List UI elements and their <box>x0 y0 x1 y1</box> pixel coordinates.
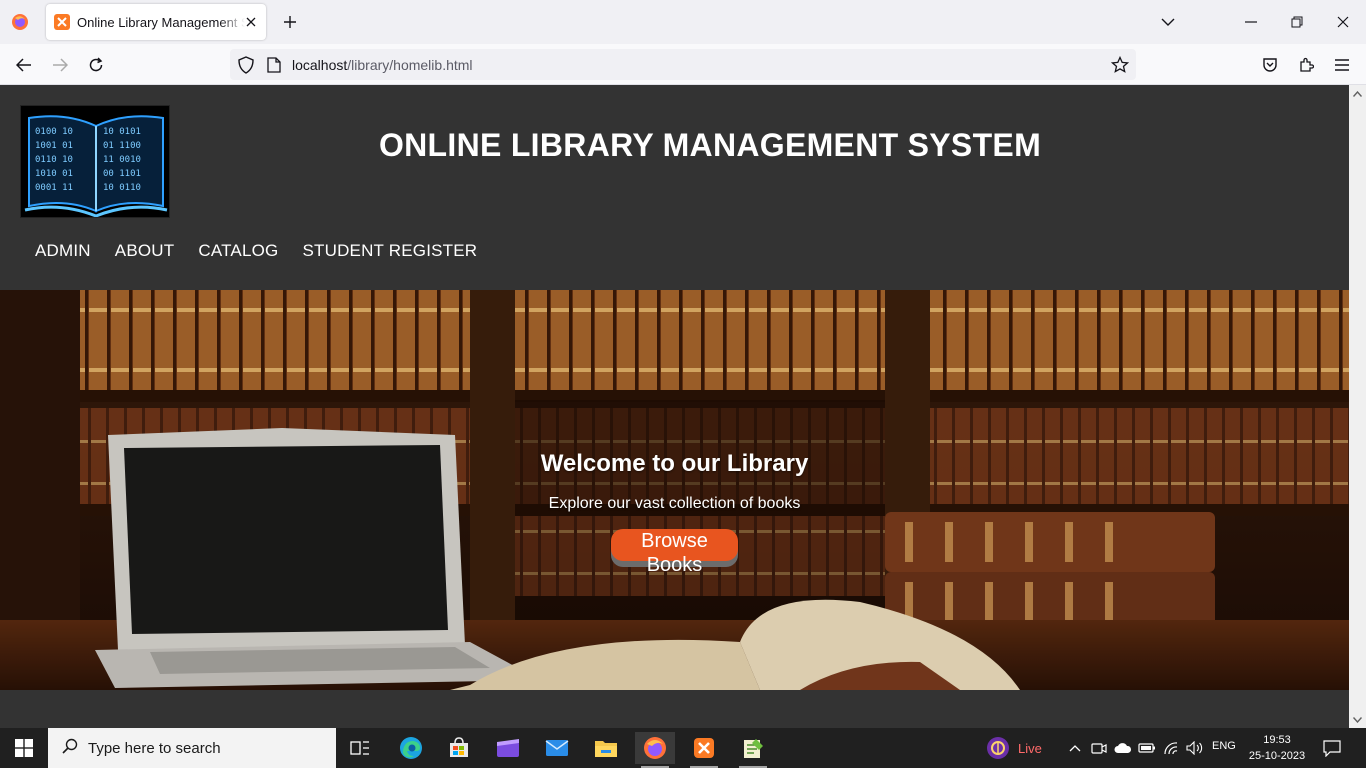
close-window-icon[interactable] <box>1328 8 1358 36</box>
meet-now-icon[interactable] <box>1090 739 1108 757</box>
windows-taskbar: Type here to search Live ENG 19:53 25-10… <box>0 728 1366 768</box>
live-widget[interactable]: Live <box>986 736 1042 760</box>
mail-icon[interactable] <box>537 732 577 764</box>
page-info-icon[interactable] <box>265 56 283 74</box>
file-explorer-icon[interactable] <box>586 732 626 764</box>
volume-icon[interactable] <box>1186 739 1204 757</box>
browse-books-button[interactable]: Browse Books <box>611 529 738 576</box>
edge-browser-icon[interactable] <box>391 732 431 764</box>
browser-tab-strip: Online Library Management System <box>0 0 1366 44</box>
notepad-plus-plus-icon[interactable] <box>733 732 773 768</box>
tracking-shield-icon[interactable] <box>237 56 255 74</box>
menu-item-student-register[interactable]: STUDENT REGISTER <box>302 241 477 261</box>
svg-text:00 1101: 00 1101 <box>103 169 141 179</box>
battery-icon[interactable] <box>1138 739 1156 757</box>
new-tab-icon[interactable] <box>278 10 302 34</box>
url-host: localhost <box>292 57 348 73</box>
taskbar-search-box[interactable]: Type here to search <box>48 728 336 768</box>
hero-banner: Welcome to our Library Explore our vast … <box>0 290 1349 690</box>
hero-heading: Welcome to our Library <box>540 450 809 477</box>
site-header: 0100 10 1001 01 0110 10 1010 01 0001 11 10 … <box>0 85 1349 290</box>
menu-item-admin[interactable]: ADMIN <box>35 241 91 261</box>
clock-time: 19:53 <box>1263 734 1291 746</box>
forward-arrow-icon[interactable] <box>45 50 75 80</box>
minimize-window-icon[interactable] <box>1236 8 1266 36</box>
clipchamp-icon[interactable] <box>488 732 528 764</box>
hero-subheading: Explore our vast collection of books <box>548 495 801 512</box>
firefox-taskbar-icon[interactable] <box>635 732 675 768</box>
wifi-icon[interactable] <box>1162 739 1180 757</box>
search-placeholder: Type here to search <box>88 739 221 757</box>
url-path: /library/homelib.html <box>347 57 473 73</box>
cricket-live-icon <box>987 737 1009 759</box>
bookmark-star-icon[interactable] <box>1110 55 1130 75</box>
menu-item-about[interactable]: ABOUT <box>115 241 175 261</box>
task-view-icon[interactable] <box>340 732 380 764</box>
svg-text:0001 11: 0001 11 <box>35 183 73 193</box>
xampp-control-icon[interactable] <box>684 732 724 768</box>
site-title: ONLINE LIBRARY MANAGEMENT SYSTEM <box>378 127 1042 163</box>
onedrive-cloud-icon[interactable] <box>1114 739 1132 757</box>
page-viewport: 0100 10 1001 01 0110 10 1010 01 0001 11 10 … <box>0 85 1349 728</box>
app-menu-icon[interactable] <box>1327 50 1357 80</box>
input-language-indicator[interactable]: ENG <box>1212 740 1236 752</box>
address-bar[interactable]: localhost/library/homelib.html <box>230 49 1136 80</box>
clock-date: 25-10-2023 <box>1248 750 1306 762</box>
url-text[interactable]: localhost/library/homelib.html <box>292 57 473 73</box>
live-label: Live <box>1018 740 1042 756</box>
reload-icon[interactable] <box>81 50 111 80</box>
browser-navigation-bar: localhost/library/homelib.html <box>0 44 1366 85</box>
back-arrow-icon[interactable] <box>9 50 39 80</box>
notification-center-icon[interactable] <box>1322 738 1342 758</box>
scroll-up-icon[interactable] <box>1349 85 1366 102</box>
page-scrollbar[interactable] <box>1349 85 1366 728</box>
tab-title: Online Library Management System <box>77 14 245 30</box>
scroll-down-icon[interactable] <box>1349 711 1366 728</box>
svg-text:1010 01: 1010 01 <box>35 169 73 179</box>
menu-item-catalog[interactable]: CATALOG <box>198 241 278 261</box>
svg-text:10 0110: 10 0110 <box>103 183 141 193</box>
library-background-image <box>0 290 1349 690</box>
page-footer <box>0 690 1349 728</box>
microsoft-store-icon[interactable] <box>439 732 479 764</box>
main-menu: ADMIN ABOUT CATALOG STUDENT REGISTER <box>35 241 501 261</box>
browser-tab-active[interactable]: Online Library Management System <box>46 4 266 40</box>
list-all-tabs-icon[interactable] <box>1156 10 1180 34</box>
xampp-favicon-icon <box>54 14 70 30</box>
windows-start-icon[interactable] <box>0 728 48 768</box>
pocket-icon[interactable] <box>1255 50 1285 80</box>
extensions-icon[interactable] <box>1291 50 1321 80</box>
system-clock[interactable]: 19:53 25-10-2023 <box>1243 732 1311 764</box>
restore-window-icon[interactable] <box>1282 8 1312 36</box>
close-tab-icon[interactable] <box>242 13 260 31</box>
firefox-view-icon[interactable] <box>6 8 34 36</box>
search-icon <box>62 738 78 759</box>
show-hidden-icons-chevron-icon[interactable] <box>1066 739 1084 757</box>
